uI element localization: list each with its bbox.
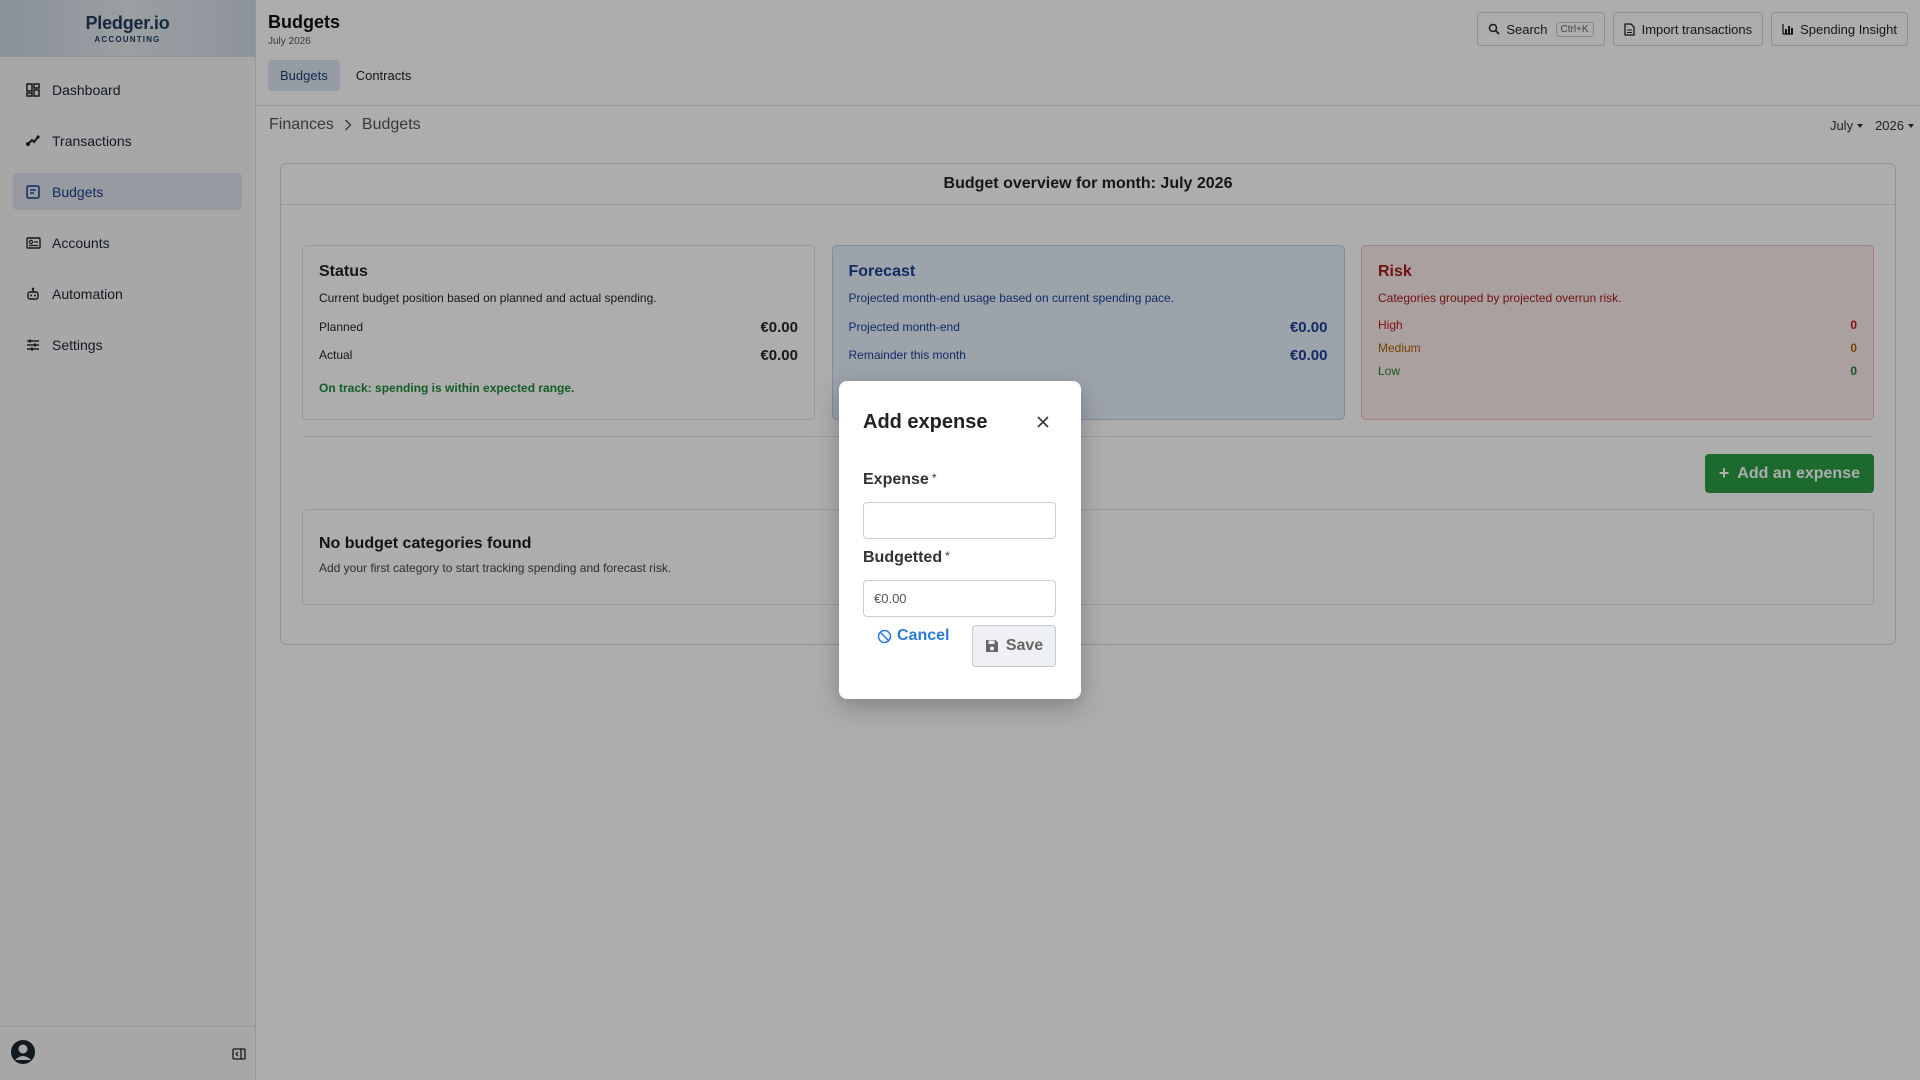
required-marker: * (931, 471, 937, 485)
save-button[interactable]: Save (972, 625, 1056, 667)
cancel-button[interactable]: Cancel (877, 627, 949, 645)
close-icon[interactable] (1035, 414, 1051, 430)
expense-input[interactable] (863, 502, 1056, 539)
expense-label: Expense * (863, 471, 936, 489)
save-label: Save (1005, 637, 1044, 654)
cancel-label: Cancel (897, 627, 950, 644)
budgeted-label: Budgetted * (863, 549, 950, 567)
add-expense-dialog: Add expense Expense* Budgetted* Cancel S… (839, 381, 1081, 699)
budgeted-label-text: Budgetted (863, 549, 943, 566)
required-marker: * (945, 549, 950, 563)
expense-label-text: Expense (863, 471, 929, 488)
ban-icon (877, 629, 892, 643)
budgeted-input[interactable] (863, 580, 1056, 617)
floppy-disk-icon (985, 640, 998, 652)
dialog-title: Add expense (863, 411, 988, 433)
